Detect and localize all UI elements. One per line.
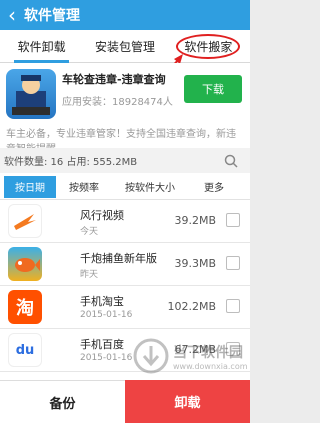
promo-install-count: 应用安装：18928474人 xyxy=(62,97,173,108)
taobao-icon: 淘 xyxy=(8,290,42,324)
app-name: 风行视频 xyxy=(80,209,124,222)
list-item[interactable]: 淘 手机淘宝 2015-01-16 102.2MB xyxy=(0,286,250,329)
sort-by-date[interactable]: 按日期 xyxy=(4,175,56,198)
watermark-url: www.downxia.com xyxy=(173,361,248,371)
fishing-icon xyxy=(8,247,42,281)
baidu-icon: du xyxy=(8,333,42,367)
sort-by-frequency[interactable]: 按频率 xyxy=(56,176,112,198)
watermark-name: 当下软件园 xyxy=(173,344,243,361)
backup-button[interactable]: 备份 xyxy=(0,380,125,423)
app-size: 102.2MB xyxy=(167,300,216,313)
page-title: 软件管理 xyxy=(24,8,80,24)
app-size: 39.3MB xyxy=(174,257,216,270)
stats-bar: 软件数量: 16 占用: 555.2MB xyxy=(0,148,250,173)
app-name: 千炮捕鱼新年版 xyxy=(80,252,157,265)
app-date: 昨天 xyxy=(80,270,99,280)
app-size: 39.2MB xyxy=(174,214,216,227)
app-date: 今天 xyxy=(80,227,99,237)
bottom-action-bar: 备份 卸载 xyxy=(0,380,250,423)
list-item[interactable]: 风行视频 今天 39.2MB xyxy=(0,200,250,243)
app-name: 手机百度 xyxy=(80,338,124,351)
title-bar: ‹ 软件管理 xyxy=(0,0,250,30)
app-checkbox[interactable] xyxy=(226,256,240,270)
back-icon[interactable]: ‹ xyxy=(0,0,24,30)
watermark: 当下软件园 www.downxia.com xyxy=(133,336,248,376)
search-icon[interactable] xyxy=(224,154,238,168)
download-button[interactable]: 下载 xyxy=(184,75,242,103)
app-date: 2015-01-16 xyxy=(80,310,133,320)
sort-more[interactable]: 更多 xyxy=(188,176,240,198)
app-date: 2015-01-16 xyxy=(80,353,133,363)
downxia-logo-icon xyxy=(133,338,169,374)
sort-bar: 按日期 按频率 按软件大小 更多 xyxy=(0,174,250,200)
sort-by-size[interactable]: 按软件大小 xyxy=(112,176,188,198)
fengxing-icon xyxy=(8,204,42,238)
tab-bar: 软件卸载 安装包管理 软件搬家 xyxy=(0,30,250,63)
uninstall-button[interactable]: 卸载 xyxy=(125,380,250,423)
tab-uninstall[interactable]: 软件卸载 xyxy=(0,30,83,63)
app-count-text: 软件数量: 16 占用: 555.2MB xyxy=(4,157,138,168)
promo-app-name: 车轮查违章-违章查询 xyxy=(62,73,166,86)
app-checkbox[interactable] xyxy=(226,299,240,313)
app-checkbox[interactable] xyxy=(226,213,240,227)
list-item[interactable]: 千炮捕鱼新年版 昨天 39.3MB xyxy=(0,243,250,286)
app-name: 手机淘宝 xyxy=(80,295,124,308)
car-violation-app-icon xyxy=(6,69,56,119)
